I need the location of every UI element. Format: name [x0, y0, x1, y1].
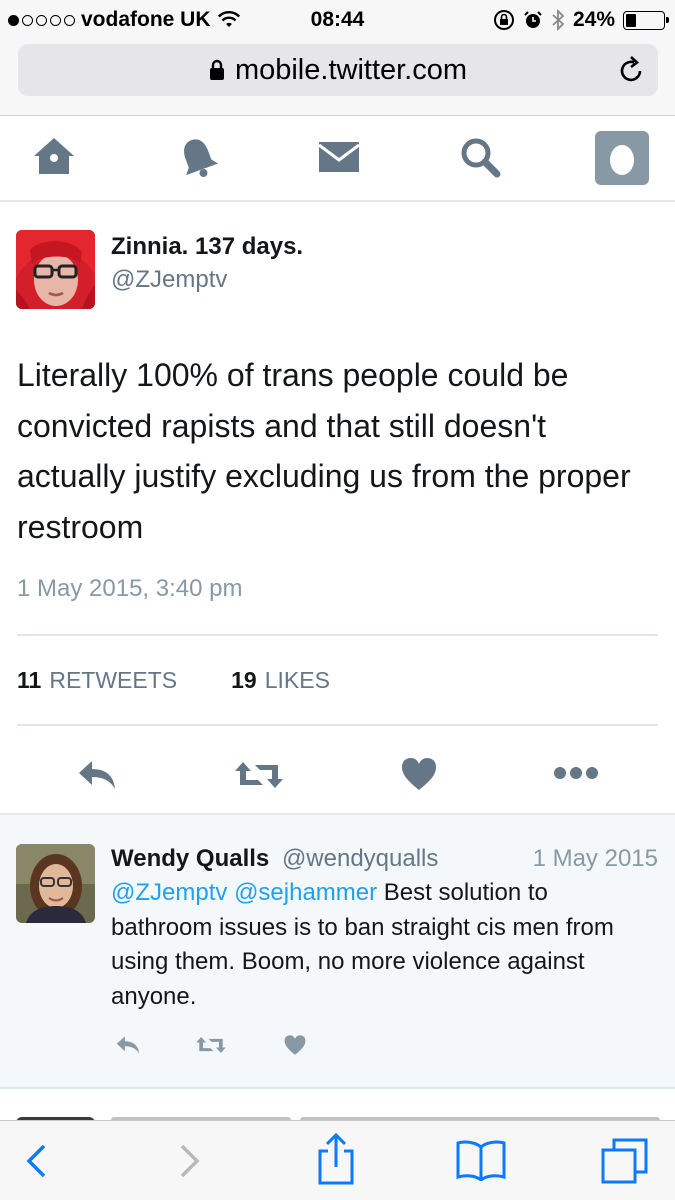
- tweet-text: Literally 100% of trans people could be …: [17, 357, 631, 545]
- lock-icon: [209, 59, 224, 80]
- browser-chrome: mobile.twitter.com: [0, 40, 675, 116]
- profile-egg-icon[interactable]: [595, 131, 649, 185]
- forward-icon[interactable]: [176, 1143, 202, 1179]
- likes-stat[interactable]: 19 LIKES: [231, 667, 330, 694]
- like-count: 19: [231, 667, 257, 693]
- twitter-nav-bar: [0, 116, 675, 202]
- reply-tweet[interactable]: Wendy Qualls @wendyqualls 1 May 2015 @ZJ…: [0, 813, 675, 1089]
- url-text: mobile.twitter.com: [234, 54, 468, 86]
- tweet-actions: [0, 744, 675, 814]
- home-icon[interactable]: [31, 134, 77, 180]
- retweets-stat[interactable]: 11 RETWEETS: [17, 667, 177, 694]
- safari-toolbar: [0, 1120, 675, 1200]
- retweet-count: 11: [17, 667, 42, 693]
- author-name[interactable]: Zinnia. 137 days.: [111, 233, 303, 261]
- reply-icon[interactable]: [76, 758, 118, 792]
- mention-link[interactable]: @sejhammer: [234, 879, 377, 906]
- status-bar: vodafone UK 08:44 24%: [0, 0, 675, 40]
- reply-author-name[interactable]: Wendy Qualls: [111, 845, 269, 872]
- bookmarks-icon[interactable]: [455, 1139, 507, 1181]
- retweet-label: RETWEETS: [49, 667, 178, 693]
- tweet-timestamp: 1 May 2015, 3:40 pm: [17, 575, 243, 602]
- rotation-lock-icon: [493, 10, 514, 30]
- mention-link[interactable]: @ZJemptv: [111, 879, 227, 906]
- envelope-icon[interactable]: [316, 134, 362, 180]
- alarm-icon: [524, 11, 542, 28]
- reply-header: Wendy Qualls @wendyqualls 1 May 2015: [111, 845, 658, 873]
- reload-icon[interactable]: [618, 55, 646, 85]
- search-icon[interactable]: [457, 134, 503, 180]
- reply-icon[interactable]: [115, 1034, 141, 1056]
- author-handle[interactable]: @ZJemptv: [111, 266, 227, 294]
- address-bar[interactable]: mobile.twitter.com: [18, 44, 658, 96]
- like-label: LIKES: [264, 667, 330, 693]
- tabs-icon[interactable]: [600, 1137, 650, 1185]
- divider: [17, 724, 658, 726]
- retweet-icon[interactable]: [233, 758, 285, 792]
- battery-percent: 24%: [572, 8, 615, 31]
- battery-icon: [623, 10, 669, 30]
- bluetooth-icon: [552, 9, 565, 31]
- share-icon[interactable]: [316, 1131, 356, 1187]
- reply-text: @ZJemptv @sejhammer Best solution to bat…: [111, 876, 651, 1014]
- reply-author-handle[interactable]: @wendyqualls: [282, 845, 438, 872]
- reply-timestamp[interactable]: 1 May 2015: [533, 845, 658, 873]
- retweet-icon[interactable]: [195, 1034, 227, 1056]
- tweet-stats: 11 RETWEETS 19 LIKES: [17, 667, 330, 694]
- avatar[interactable]: [16, 230, 95, 309]
- heart-icon[interactable]: [283, 1034, 307, 1056]
- avatar[interactable]: [16, 844, 95, 923]
- next-tweet-peek: [0, 1091, 675, 1121]
- bell-icon[interactable]: [175, 134, 221, 182]
- more-icon[interactable]: [553, 766, 599, 780]
- divider: [17, 634, 658, 636]
- back-icon[interactable]: [24, 1143, 50, 1179]
- url-display[interactable]: mobile.twitter.com: [18, 54, 658, 87]
- heart-icon[interactable]: [400, 756, 438, 792]
